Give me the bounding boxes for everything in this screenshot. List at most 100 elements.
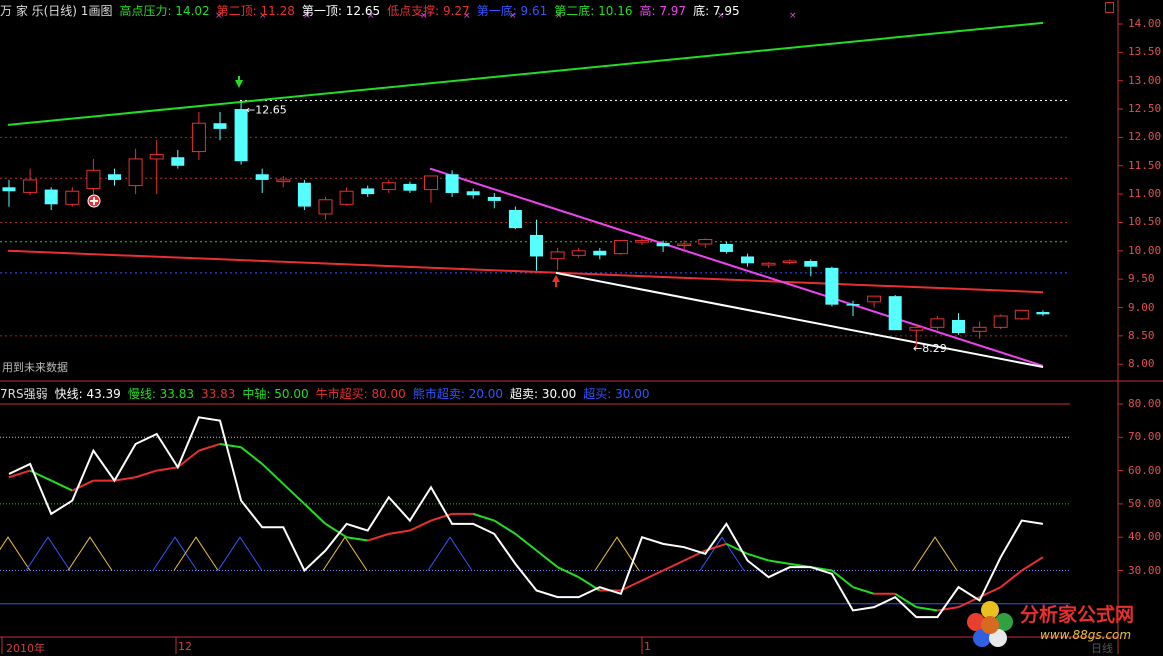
- rsi-axis-label: 80.00: [1128, 397, 1162, 410]
- slow-line-segment: [346, 536, 368, 542]
- rsi-gridlines: [0, 403, 1070, 605]
- candle: [44, 187, 58, 210]
- stock-name[interactable]: 万 家 乐(日线) 1画图: [0, 4, 112, 18]
- candle-body: [108, 174, 121, 180]
- slow-line-segment: [768, 559, 790, 565]
- candle-body: [867, 295, 882, 303]
- candle: [191, 111, 206, 161]
- price-axis-label: 9.00: [1128, 300, 1155, 314]
- candle: [171, 149, 185, 169]
- candle-body: [993, 315, 1008, 328]
- price-header-item-4: 第一底: 9.61: [476, 4, 548, 18]
- candle-body: [424, 175, 438, 191]
- resistance-trendline: [7, 21, 1044, 126]
- rsi-axis-label: 60.00: [1128, 463, 1162, 477]
- candle: [952, 313, 965, 335]
- price-axis-label: 8.00: [1128, 357, 1155, 371]
- rsi-header-item-0: 快线: 43.39: [54, 387, 121, 401]
- candle: [487, 192, 501, 209]
- frame: [0, 0, 1163, 654]
- price-header-item-0: 高点压力: 14.02: [119, 4, 210, 18]
- candle: [339, 187, 354, 206]
- candle: [403, 181, 417, 193]
- candle-body: [508, 209, 522, 229]
- rsi-triangle: [173, 536, 219, 571]
- slow-line-segment: [662, 559, 685, 572]
- candle-body: [44, 189, 58, 205]
- candle: [804, 259, 818, 277]
- price-header-item-5: 第二底: 10.16: [554, 4, 633, 18]
- logo-text: 分析家公式网: [1020, 604, 1135, 626]
- candle-body: [381, 182, 396, 191]
- rsi-triangle: [25, 536, 71, 571]
- candle-body: [550, 251, 565, 260]
- candle-body: [2, 187, 16, 192]
- candle-body: [65, 190, 80, 205]
- stock-chart[interactable]: ←12.65←8.29× × × × × × × × × ×: [0, 0, 1163, 654]
- slow-line-segment: [916, 606, 938, 612]
- rsi-header-item-5: 熊市超卖: 20.00: [412, 387, 504, 401]
- candle: [571, 247, 586, 258]
- price-axis-label: 13.00: [1128, 73, 1162, 87]
- candle: [719, 241, 733, 254]
- candle-body: [149, 153, 164, 160]
- slow-line-segment: [282, 483, 306, 505]
- slow-line-segment: [514, 533, 538, 552]
- candle-body: [171, 157, 185, 166]
- candle-body: [276, 179, 291, 183]
- candle-body: [719, 243, 733, 252]
- candle-body: [86, 169, 101, 189]
- candle-body: [1014, 309, 1029, 320]
- candle-body: [804, 261, 818, 267]
- price-axis-label: 12.00: [1128, 130, 1162, 144]
- future-data-note: 用到未来数据: [2, 361, 68, 374]
- rsi-header-item-3: 中轴: 50.00: [242, 387, 309, 401]
- candle: [530, 219, 543, 271]
- rsi-lines: [0, 416, 1044, 619]
- candle: [1036, 310, 1050, 317]
- rsi-header-item-1: 慢线: 33.83: [127, 387, 195, 401]
- price-header: 万 家 乐(日线) 1画图 高点压力: 14.02 第二顶: 11.28 第一顶: 1…: [0, 2, 754, 19]
- price-axis-label: 11.50: [1128, 158, 1162, 172]
- candlesticks[interactable]: [2, 102, 1050, 348]
- candle: [698, 238, 713, 248]
- candle: [108, 168, 121, 186]
- candle: [741, 253, 754, 267]
- candle-body: [128, 158, 143, 187]
- rsi-header-item-4: 牛市超买: 80.00: [315, 387, 406, 401]
- axis-ticks: [1, 23, 1123, 654]
- candle: [888, 295, 902, 331]
- candle-body: [677, 243, 692, 246]
- candle: [361, 185, 375, 197]
- rsi-header-item-7: 超买: 30.00: [583, 387, 650, 401]
- candle: [23, 168, 38, 196]
- candle: [782, 259, 797, 265]
- window-button[interactable]: [1105, 2, 1114, 13]
- candle: [297, 179, 311, 210]
- slow-line-segment: [852, 586, 875, 595]
- candle-body: [23, 179, 38, 193]
- rsi-triangle: [152, 536, 198, 571]
- rsi-triangle: [217, 536, 263, 571]
- candle: [550, 247, 565, 271]
- price-axis-label: 8.50: [1128, 328, 1155, 342]
- candle-body: [403, 183, 417, 191]
- slow-line-segment: [240, 446, 263, 465]
- candle: [1014, 309, 1029, 320]
- price-gridlines: [0, 100, 1070, 337]
- candle: [149, 140, 164, 195]
- candle: [867, 295, 882, 308]
- price-header-item-1: 第二顶: 11.28: [216, 4, 295, 18]
- candle-body: [972, 326, 987, 332]
- slow-line-segment: [409, 519, 432, 532]
- price-header-item-2: 第一顶: 12.65: [301, 4, 381, 18]
- rsi-triangle: [912, 536, 958, 571]
- logo-url: www.88gs.com: [1040, 628, 1132, 642]
- candle: [635, 238, 649, 246]
- rsi-axis-label: 70.00: [1128, 430, 1162, 444]
- candle: [65, 187, 80, 207]
- up-arrow-icon: [552, 275, 560, 282]
- slow-line-segment: [641, 569, 664, 582]
- candle-body: [255, 174, 269, 180]
- candle-body: [656, 242, 670, 247]
